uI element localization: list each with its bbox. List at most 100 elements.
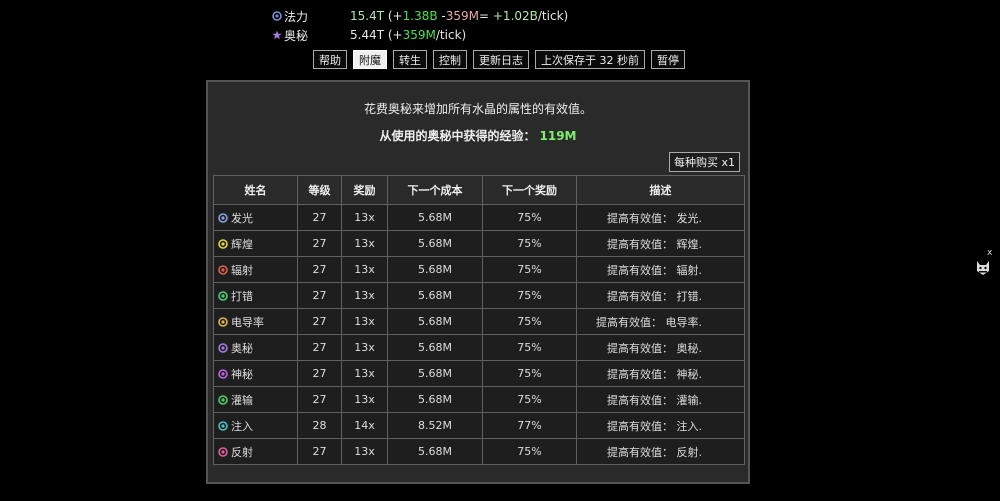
table-row[interactable]: 辐射 27 13x 5.68M 75% 提高有效值： 辐射. <box>213 256 745 283</box>
table-header-row: 姓名 等级 奖励 下一个成本 下一个奖励 描述 <box>213 175 745 205</box>
crystal-name: 辐射 <box>231 263 253 277</box>
header-name: 姓名 <box>213 175 298 205</box>
crystal-next-cost: 5.68M <box>387 204 483 231</box>
header-next-reward: 下一个奖励 <box>482 175 577 205</box>
header-next-cost: 下一个成本 <box>387 175 483 205</box>
crystal-level: 27 <box>297 230 342 257</box>
crystal-next-cost: 5.68M <box>387 282 483 309</box>
crystal-level: 27 <box>297 282 342 309</box>
xp-label: 从使用的奥秘中获得的经验： <box>379 129 536 143</box>
crystal-next-cost: 8.52M <box>387 412 483 439</box>
cat-avatar-icon[interactable] <box>974 258 992 276</box>
pause-button[interactable]: 暂停 <box>651 50 685 69</box>
changelog-button[interactable]: 更新日志 <box>473 50 529 69</box>
crystal-name: 电导率 <box>231 315 264 329</box>
crystal-reward: 13x <box>341 360 388 387</box>
mystic-icon <box>218 368 228 379</box>
rebirth-button[interactable]: 转生 <box>393 50 427 69</box>
crystal-description: 提高有效值： 灌输. <box>576 386 745 413</box>
crystal-name-cell: 反射 <box>213 438 298 465</box>
side-close-icon[interactable]: x <box>987 248 992 258</box>
crystal-next-reward: 75% <box>482 204 577 231</box>
xp-value: 119M <box>539 129 577 143</box>
crystal-description: 提高有效值： 辐射. <box>576 256 745 283</box>
crystal-level: 27 <box>297 438 342 465</box>
arcane-label: 奥秘 <box>284 28 309 43</box>
enchant-tab-button[interactable]: 附魔 <box>353 50 387 69</box>
crystal-name-cell: 注入 <box>213 412 298 439</box>
crystal-next-cost: 5.68M <box>387 308 483 335</box>
crystal-level: 28 <box>297 412 342 439</box>
crystal-reward: 13x <box>341 282 388 309</box>
crystal-name: 注入 <box>231 419 253 433</box>
crystal-next-reward: 75% <box>482 438 577 465</box>
crystal-next-reward: 75% <box>482 334 577 361</box>
table-row[interactable]: 辉煌 27 13x 5.68M 75% 提高有效值： 辉煌. <box>213 230 745 257</box>
control-button[interactable]: 控制 <box>433 50 467 69</box>
table-row[interactable]: 发光 27 13x 5.68M 75% 提高有效值： 发光. <box>213 204 745 231</box>
crystal-next-cost: 5.68M <box>387 386 483 413</box>
crystal-level: 27 <box>297 334 342 361</box>
strike-icon <box>218 290 228 301</box>
crystal-description: 提高有效值： 神秘. <box>576 360 745 387</box>
crystal-next-cost: 5.68M <box>387 360 483 387</box>
conductivity-icon <box>218 316 228 327</box>
enchant-panel: 花费奥秘来增加所有水晶的属性的有效值。 从使用的奥秘中获得的经验： 119M 每种… <box>206 80 750 484</box>
crystal-reward: 13x <box>341 334 388 361</box>
crystal-reward: 13x <box>341 204 388 231</box>
table-row[interactable]: 电导率 27 13x 5.68M 75% 提高有效值： 电导率. <box>213 308 745 335</box>
crystal-name-cell: 辐射 <box>213 256 298 283</box>
crystal-description: 提高有效值： 奥秘. <box>576 334 745 361</box>
crystal-name: 神秘 <box>231 367 253 381</box>
table-row[interactable]: 反射 27 13x 5.68M 75% 提高有效值： 反射. <box>213 438 745 465</box>
crystal-name: 打错 <box>231 289 253 303</box>
arcane-icon <box>218 342 228 353</box>
crystal-next-reward: 75% <box>482 386 577 413</box>
help-button[interactable]: 帮助 <box>313 50 347 69</box>
arcane-value: 5.44T (+359M/tick) <box>350 28 467 42</box>
crystal-name-cell: 电导率 <box>213 308 298 335</box>
crystal-level: 27 <box>297 386 342 413</box>
crystal-level: 27 <box>297 360 342 387</box>
mana-label: 法力 <box>284 9 309 24</box>
radiance-icon <box>218 238 228 249</box>
crystal-description: 提高有效值： 辉煌. <box>576 230 745 257</box>
mana-resource: 法力 15.4T (+1.38B -359M= +1.02B/tick) <box>272 7 568 25</box>
crystal-next-cost: 5.68M <box>387 438 483 465</box>
table-row[interactable]: 灌输 27 13x 5.68M 75% 提高有效值： 灌输. <box>213 386 745 413</box>
crystal-reward: 14x <box>341 412 388 439</box>
table-row[interactable]: 打错 27 13x 5.68M 75% 提高有效值： 打错. <box>213 282 745 309</box>
crystal-next-reward: 75% <box>482 256 577 283</box>
table-row[interactable]: 奥秘 27 13x 5.68M 75% 提高有效值： 奥秘. <box>213 334 745 361</box>
crystal-name: 辉煌 <box>231 237 253 251</box>
panel-description: 花费奥秘来增加所有水晶的属性的有效值。 <box>363 102 592 116</box>
arcane-resource: 奥秘 5.44T (+359M/tick) <box>272 26 466 44</box>
arcane-star-icon <box>272 30 282 40</box>
crystal-name-cell: 发光 <box>213 204 298 231</box>
header-description: 描述 <box>576 175 745 205</box>
buy-amount-button[interactable]: 每种购买 x1 <box>668 152 740 172</box>
crystal-level: 27 <box>297 308 342 335</box>
crystal-name-cell: 奥秘 <box>213 334 298 361</box>
crystal-next-cost: 5.68M <box>387 334 483 361</box>
crystal-next-reward: 75% <box>482 282 577 309</box>
mana-orb-icon <box>272 11 282 21</box>
crystal-level: 27 <box>297 204 342 231</box>
crystal-name-cell: 神秘 <box>213 360 298 387</box>
crystal-next-cost: 5.68M <box>387 256 483 283</box>
last-saved-button[interactable]: 上次保存于 32 秒前 <box>535 50 645 69</box>
crystal-next-reward: 75% <box>482 308 577 335</box>
table-row[interactable]: 注入 28 14x 8.52M 77% 提高有效值： 注入. <box>213 412 745 439</box>
crystal-level: 27 <box>297 256 342 283</box>
crystal-name-cell: 灌输 <box>213 386 298 413</box>
crystal-reward: 13x <box>341 386 388 413</box>
crystal-name: 奥秘 <box>231 341 253 355</box>
crystal-name-cell: 打错 <box>213 282 298 309</box>
crystal-name: 发光 <box>231 211 253 225</box>
crystal-description: 提高有效值： 注入. <box>576 412 745 439</box>
table-row[interactable]: 神秘 27 13x 5.68M 75% 提高有效值： 神秘. <box>213 360 745 387</box>
main-toolbar: 帮助 附魔 转生 控制 更新日志 上次保存于 32 秒前 暂停 <box>313 50 685 69</box>
crystal-name: 反射 <box>231 445 253 459</box>
crystal-table: 姓名 等级 奖励 下一个成本 下一个奖励 描述 发光 27 13x 5.68M 75% 提… <box>213 175 745 465</box>
infusion-icon <box>218 394 228 405</box>
